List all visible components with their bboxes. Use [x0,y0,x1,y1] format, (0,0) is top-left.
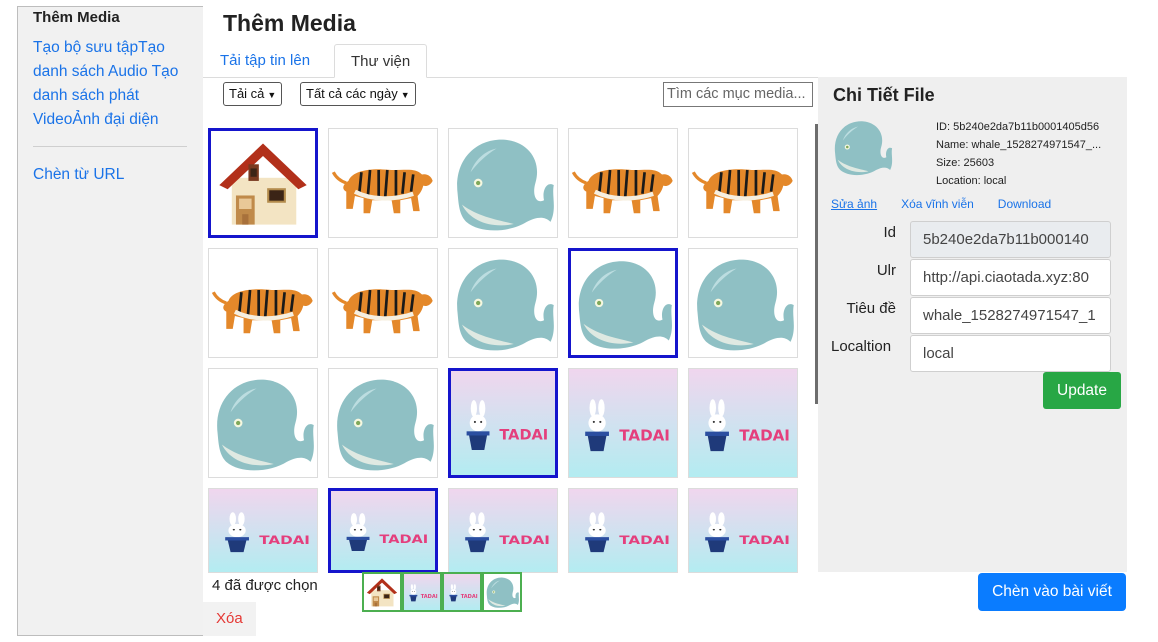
tadai-icon [444,574,480,610]
whale-icon [209,369,317,477]
tadai-icon [689,489,797,572]
date-filter[interactable]: Tất cả các ngày ▼ [300,82,416,106]
search-input[interactable]: Tìm các mục media... [663,82,813,107]
url-field[interactable]: http://api.ciaotada.xyz:80 [910,259,1111,296]
clear-selection-button[interactable]: Xóa [203,602,256,636]
file-details-panel: Chi Tiết File ID: 5b240e2da7b11b0001405d… [818,77,1127,572]
meta-size: Size: 25603 [936,157,995,169]
tiger-icon [329,249,437,357]
tadai-icon [451,371,555,475]
tiger-icon [689,129,797,237]
media-item[interactable] [568,488,678,573]
selected-thumbnail[interactable] [362,572,402,612]
title-field[interactable]: whale_1528274971547_1 [910,297,1111,334]
chevron-down-icon: ▼ [400,90,410,100]
chevron-down-icon: ▼ [267,90,277,100]
delete-permanently-link[interactable]: Xóa vĩnh viễn [901,197,974,211]
selected-thumbnail[interactable] [482,572,522,612]
house-icon [211,131,315,235]
whale-icon [830,115,894,179]
whale-icon [329,369,437,477]
media-item[interactable] [328,248,438,358]
tadai-icon [209,489,317,572]
media-item[interactable] [208,248,318,358]
title-label: Tiêu đề [846,300,896,317]
date-filter-value: Tất cả các ngày [306,86,398,101]
main-panel: Thêm Media Tải tập tin lên Thư viện Tải … [203,6,1127,636]
sidebar-link-featured-image[interactable]: Ảnh đại diện [72,111,158,128]
details-meta: ID: 5b240e2da7b11b0001405d56 Name: whale… [936,118,1101,190]
media-item[interactable] [448,368,558,478]
media-item[interactable] [688,488,798,573]
details-title: Chi Tiết File [833,85,935,105]
whale-icon [571,251,675,355]
whale-icon [484,574,520,610]
whale-icon [689,249,797,357]
media-item[interactable] [448,128,558,238]
house-icon [364,574,400,610]
id-field[interactable]: 5b240e2da7b11b000140 [910,221,1111,258]
media-item[interactable] [448,488,558,573]
tadai-icon [689,369,797,477]
meta-id: ID: 5b240e2da7b11b0001405d56 [936,121,1100,133]
url-label: Ulr [876,262,896,279]
edit-image-link[interactable]: Sửa ảnh [831,197,877,211]
sidebar-link-insert-url[interactable]: Chèn từ URL [33,166,124,184]
tab-library[interactable]: Thư viện [334,44,428,78]
media-type-filter[interactable]: Tải cả ▼ [223,82,283,106]
selected-count: 4 đã được chọn [212,577,318,594]
media-item[interactable] [208,488,318,573]
sidebar-link-create-gallery[interactable]: Tạo bộ sưu tập [33,39,138,56]
tadai-icon [404,574,440,610]
tiger-icon [569,129,677,237]
media-item[interactable] [328,368,438,478]
insert-into-post-button[interactable]: Chèn vào bài viết [978,573,1126,611]
tiger-icon [329,129,437,237]
media-item[interactable] [568,368,678,478]
location-label: Localtion [831,338,892,355]
tadai-icon [331,491,435,570]
media-item[interactable] [208,128,318,238]
selected-thumbnail[interactable] [402,572,442,612]
update-button[interactable]: Update [1043,372,1121,409]
sidebar-divider [33,146,187,147]
tiger-icon [209,249,317,357]
media-item[interactable] [328,488,438,573]
details-actions: Sửa ảnh Xóa vĩnh viễn Download [831,197,1075,211]
meta-name: Name: whale_1528274971547_... [936,139,1102,151]
location-field[interactable]: local [910,335,1111,372]
media-item[interactable] [568,248,678,358]
media-type-filter-value: Tải cả [229,86,265,101]
tadai-icon [449,489,557,572]
tadai-icon [569,489,677,572]
selected-thumbnail[interactable] [442,572,482,612]
tadai-icon [569,369,677,477]
tab-upload-files[interactable]: Tải tập tin lên [204,44,326,78]
id-label: Id [883,224,896,241]
sidebar-title: Thêm Media [33,9,120,26]
media-item[interactable] [688,368,798,478]
meta-location: Location: local [936,175,1007,187]
whale-icon [449,129,557,237]
whale-icon [449,249,557,357]
media-item[interactable] [448,248,558,358]
media-item[interactable] [688,248,798,358]
media-item[interactable] [208,368,318,478]
sidebar-links: Tạo bộ sưu tậpTạo danh sách Audio Tạo da… [33,36,193,132]
media-item[interactable] [568,128,678,238]
page-title: Thêm Media [223,10,356,36]
download-link[interactable]: Download [998,197,1051,211]
media-item[interactable] [688,128,798,238]
media-item[interactable] [328,128,438,238]
details-thumbnail [830,115,894,175]
